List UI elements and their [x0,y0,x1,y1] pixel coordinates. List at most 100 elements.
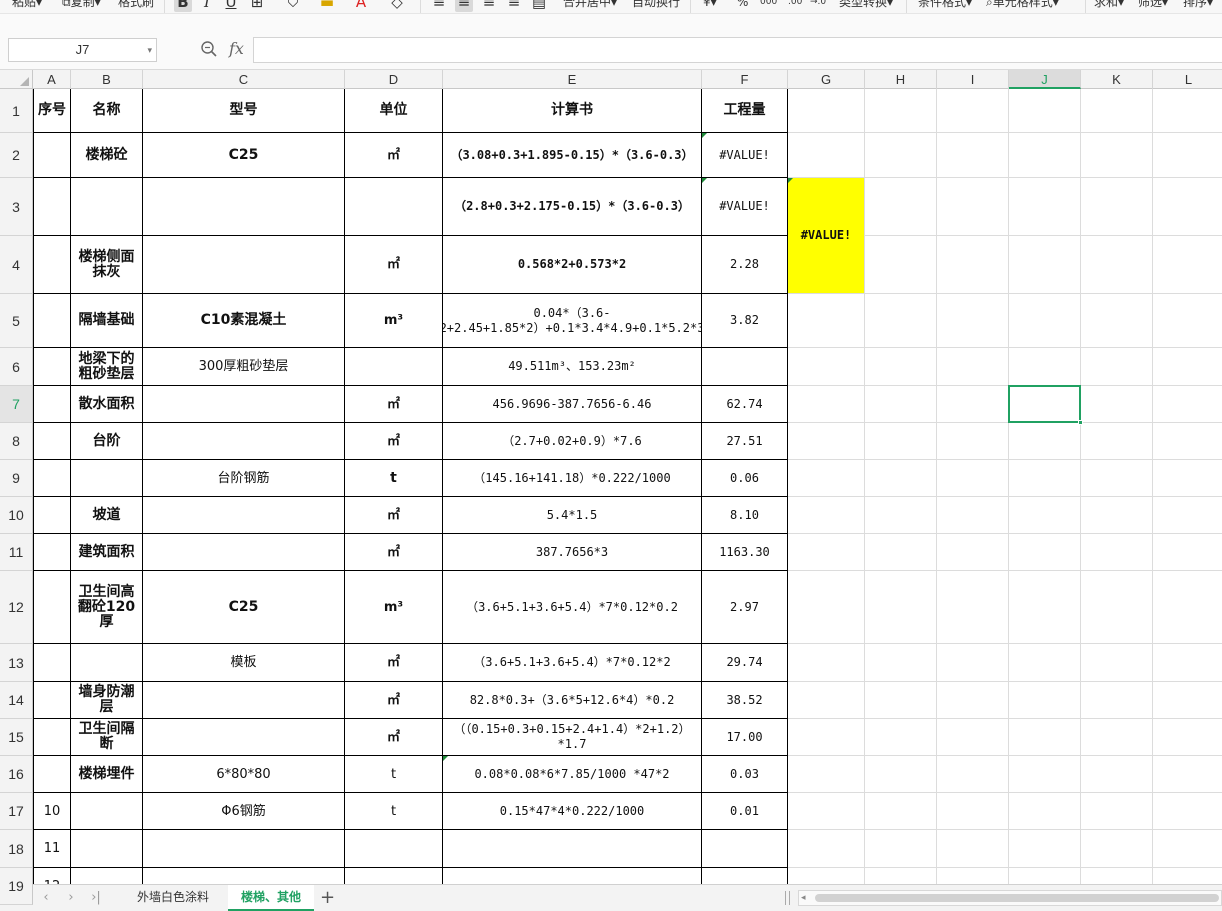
format-painter-button[interactable]: 格式刷 [118,0,154,11]
cell-e4[interactable]: 0.568*2+0.573*2 [443,236,702,294]
justify-icon[interactable]: ≡ [505,0,523,12]
cell-d19[interactable] [345,868,443,884]
fill-color-icon[interactable]: ⛉ [284,0,302,12]
cell-d1[interactable]: 单位 [345,89,443,133]
type-convert-button[interactable]: 类型转换▾ [839,0,893,11]
column-header-c[interactable]: C [143,70,345,89]
cell-e15[interactable]: （（0.15+0.3+0.15+2.4+1.4）*2+1.2）*1.7 [443,719,702,756]
tab-split-handle[interactable] [785,891,790,905]
zoom-icon[interactable] [200,40,218,58]
column-header-b[interactable]: B [71,70,143,89]
underline-button[interactable]: U [222,0,240,12]
column-header-l[interactable]: L [1153,70,1222,89]
cell-f10[interactable]: 8.10 [702,497,788,534]
cell-b3[interactable] [71,178,143,236]
sheet-tab-stairs-other[interactable]: 楼梯、其他 [228,885,314,911]
cell-d9[interactable]: t [345,460,443,497]
cell-e18[interactable] [443,830,702,868]
cell-a14[interactable] [33,682,71,719]
cell-a1[interactable]: 序号 [33,89,71,133]
row-header-15[interactable]: 15 [0,719,33,756]
cell-b14[interactable]: 墙身防潮层 [71,682,143,719]
row-header-9[interactable]: 9 [0,460,33,497]
cell-b12[interactable]: 卫生间高翻砼120厚 [71,571,143,644]
cell-f14[interactable]: 38.52 [702,682,788,719]
cell-b13[interactable] [71,644,143,682]
cell-f18[interactable] [702,830,788,868]
cell-d14[interactable]: ㎡ [345,682,443,719]
sheet-tab-exterior-paint[interactable]: 外墙白色涂料 [122,885,224,911]
cell-c10[interactable] [143,497,345,534]
cell-b6[interactable]: 地梁下的粗砂垫层 [71,348,143,386]
cell-e10[interactable]: 5.4*1.5 [443,497,702,534]
next-sheet-icon[interactable]: › [63,888,79,908]
cell-d6[interactable] [345,348,443,386]
cell-c12[interactable]: C25 [143,571,345,644]
cell-a3[interactable] [33,178,71,236]
cell-d10[interactable]: ㎡ [345,497,443,534]
cell-c13[interactable]: 模板 [143,644,345,682]
bold-button[interactable]: B [174,0,192,12]
cell-a9[interactable] [33,460,71,497]
row-header-12[interactable]: 12 [0,571,33,644]
row-header-17[interactable]: 17 [0,793,33,830]
row-header-5[interactable]: 5 [0,294,33,348]
cell-a5[interactable] [33,294,71,348]
cell-e19[interactable] [443,868,702,884]
column-header-h[interactable]: H [865,70,937,89]
cell-b16[interactable]: 楼梯埋件 [71,756,143,793]
select-all-corner[interactable] [0,70,33,89]
cell-e1[interactable]: 计算书 [443,89,702,133]
distributed-align-icon[interactable]: ▤ [530,0,548,12]
italic-button[interactable]: I [198,0,216,12]
cell-c7[interactable] [143,386,345,423]
row-header-2[interactable]: 2 [0,133,33,178]
cell-a4[interactable] [33,236,71,294]
scrollbar-thumb[interactable] [815,894,1219,902]
cell-b9[interactable] [71,460,143,497]
cell-c5[interactable]: C10素混凝土 [143,294,345,348]
merge-center-button[interactable]: 合并居中▾ [563,0,617,11]
sum-button[interactable]: 求和▾ [1094,0,1124,11]
clear-format-icon[interactable]: ◇ [388,0,406,12]
cell-e3[interactable]: （2.8+0.3+2.175-0.15）*（3.6-0.3） [443,178,702,236]
cell-c15[interactable] [143,719,345,756]
cell-e7[interactable]: 456.9696-387.7656-6.46 [443,386,702,423]
wrap-text-button[interactable]: 自动换行 [632,0,680,11]
cell-b15[interactable]: 卫生间隔断 [71,719,143,756]
cell-d2[interactable]: ㎡ [345,133,443,178]
fill-handle[interactable] [1078,420,1083,425]
sort-button[interactable]: 排序▾ [1183,0,1213,11]
cell-d15[interactable]: ㎡ [345,719,443,756]
cell-e6[interactable]: 49.511m³、153.23m² [443,348,702,386]
cell-e13[interactable]: （3.6+5.1+3.6+5.4）*7*0.12*2 [443,644,702,682]
conditional-format-button[interactable]: 条件格式▾ [918,0,972,11]
cell-f2[interactable]: #VALUE! [702,133,788,178]
cell-e8[interactable]: （2.7+0.02+0.9）*7.6 [443,423,702,460]
cell-c2[interactable]: C25 [143,133,345,178]
cell-e14[interactable]: 82.8*0.3+（3.6*5+12.6*4）*0.2 [443,682,702,719]
cell-a18[interactable]: 11 [33,830,71,868]
cell-b4[interactable]: 楼梯侧面抹灰 [71,236,143,294]
increase-decimal-button[interactable]: .00 [788,0,802,11]
row-header-8[interactable]: 8 [0,423,33,460]
border-icon[interactable]: ⊞ [248,0,266,12]
cell-b10[interactable]: 坡道 [71,497,143,534]
cell-f13[interactable]: 29.74 [702,644,788,682]
row-header-18[interactable]: 18 [0,830,33,868]
cell-d17[interactable]: t [345,793,443,830]
column-header-d[interactable]: D [345,70,443,89]
name-box[interactable]: J7 ▾ [8,38,157,62]
cell-f4[interactable]: 2.28 [702,236,788,294]
cell-f15[interactable]: 17.00 [702,719,788,756]
cell-a17[interactable]: 10 [33,793,71,830]
add-sheet-icon[interactable]: + [320,886,335,910]
align-center-icon[interactable]: ≡ [455,0,473,12]
cell-f5[interactable]: 3.82 [702,294,788,348]
cell-d13[interactable]: ㎡ [345,644,443,682]
last-sheet-icon[interactable]: ›| [88,888,104,908]
cell-f11[interactable]: 1163.30 [702,534,788,571]
cell-c9[interactable]: 台阶钢筋 [143,460,345,497]
cell-f8[interactable]: 27.51 [702,423,788,460]
cell-d7[interactable]: ㎡ [345,386,443,423]
